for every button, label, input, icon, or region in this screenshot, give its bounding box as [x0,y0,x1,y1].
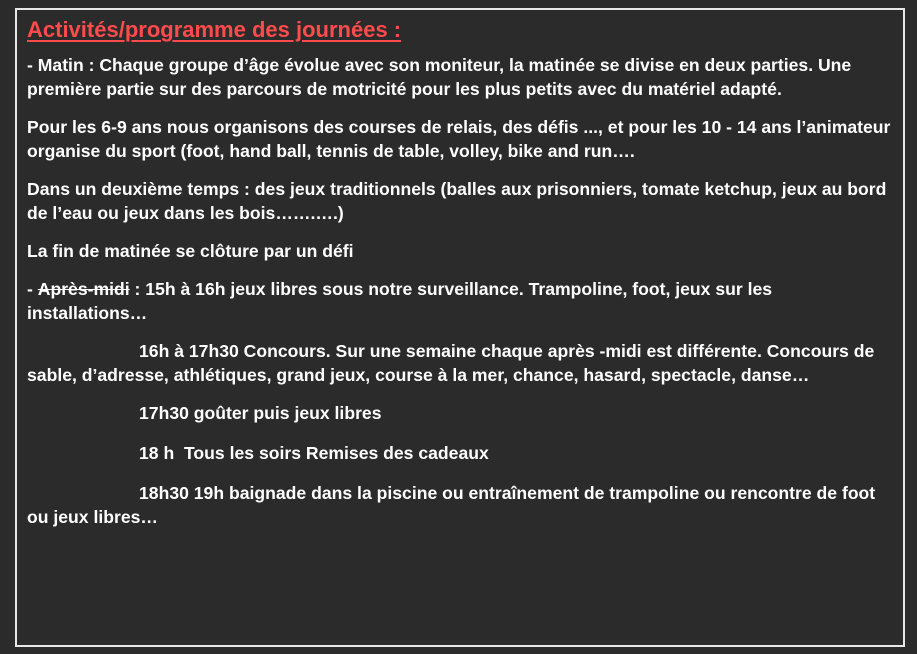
cadeaux-indent [27,443,139,463]
apres-midi-sep: : [129,279,146,299]
matin-text: : Chaque groupe d’âge évolue avec son mo… [27,55,852,99]
paragraph-gouter: 17h30 goûter puis jeux libres [27,401,893,425]
gouter-indent [27,403,139,423]
apres-midi-label: Après-midi [37,279,130,299]
paragraph-deuxieme-temps: Dans un deuxième temps : des jeux tradit… [27,179,887,223]
document-background: Activités/programme des journées : - Mat… [0,0,917,654]
paragraph-apres-midi: - Après-midi : 15h à 16h jeux libres sou… [27,277,893,325]
baignade-time: 18h30 19h [139,483,225,503]
cadeaux-time: 18 h [139,443,175,463]
cadeaux-text: Tous les soirs Remises des cadeaux [174,443,489,463]
baignade-indent [27,483,139,503]
concours-indent [27,341,139,361]
program-title: Activités/programme des journées : [27,17,402,42]
paragraph-concours: 16h à 17h30 Concours. Sur une semaine ch… [27,339,893,387]
matin-label: Matin [37,55,84,75]
paragraph-baignade: 18h30 19h baignade dans la piscine ou en… [27,481,893,529]
concours-time: 16h à 17h30 [139,341,239,361]
apres-midi-time: 15h à 16h [145,279,226,299]
paragraph-fin-matinee: La fin de matinée se clôture par un défi [27,241,354,261]
program-box: Activités/programme des journées : - Mat… [15,8,905,647]
paragraph-cadeaux: 18 h Tous les soirs Remises des cadeaux [27,441,893,465]
matin-prefix: - [27,55,38,75]
paragraph-matin: - Matin : Chaque groupe d’âge évolue ave… [27,53,893,101]
apres-midi-prefix: - [27,279,38,299]
paragraph-6-9-ans: Pour les 6-9 ans nous organisons des cou… [27,117,891,161]
gouter-text: goûter puis jeux libres [188,403,382,423]
gouter-time: 17h30 [139,403,189,423]
